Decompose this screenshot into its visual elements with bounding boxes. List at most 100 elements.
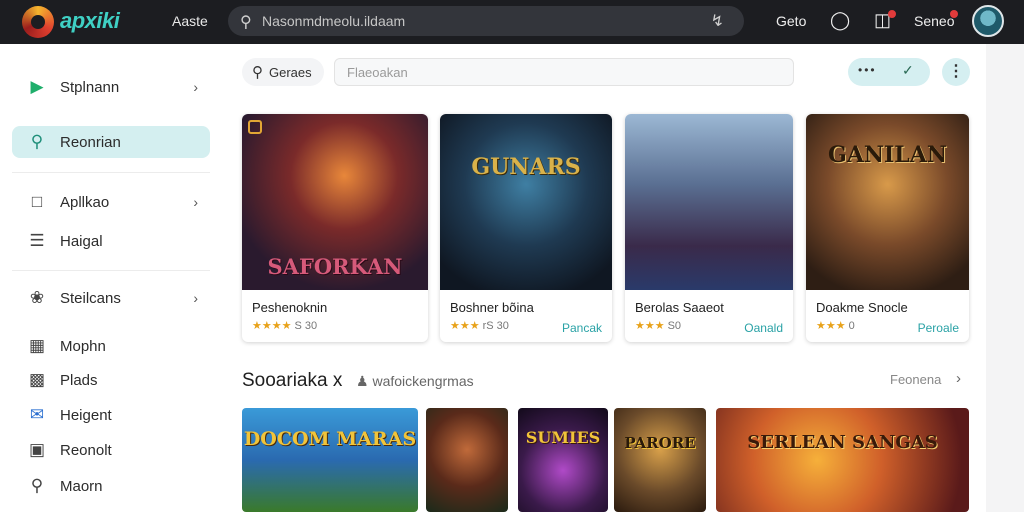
game-thumbnail[interactable] [426, 408, 508, 512]
cart-badge [888, 10, 896, 18]
search-icon: ⚲ [30, 132, 44, 151]
star-icons: ★★★★ [252, 320, 292, 332]
sidebar-item-5[interactable]: ▦ Mophn [12, 330, 210, 362]
game-badge-icon [248, 120, 262, 134]
sidebar-item-label: Stplnann [60, 78, 120, 96]
sidebar-item-0[interactable]: ▶ Stplnann › [12, 71, 210, 103]
sidebar-item-1[interactable]: ⚲ Reonrian [12, 126, 210, 158]
game-card[interactable]: Berolas Saaeot ★★★ S0 Oanald [625, 114, 793, 342]
card-action-link[interactable]: Pancak [562, 321, 602, 335]
thumbnail-title: SUMIES [525, 428, 601, 447]
main-content: ⚲ Geraes Flaeoakan ••• ✓ ⋮ SAFORKAN Pesh… [222, 44, 986, 512]
global-search-input[interactable]: Nasonmdmeolu.ildaam [262, 13, 405, 29]
game-title: Peshenoknin [252, 300, 328, 315]
sidebar-item-7[interactable]: ✉ Heigent [12, 399, 210, 431]
sidebar-divider [12, 270, 210, 271]
rating-stars: ★★★ rS 30 [450, 319, 509, 332]
scrollbar-track[interactable] [986, 44, 1024, 512]
chevron-right-icon[interactable]: › [956, 370, 961, 387]
app-logo[interactable] [22, 6, 54, 38]
game-cover-image[interactable]: GANILAN [806, 114, 969, 290]
sidebar-item-4[interactable]: ❀ Steilcans › [12, 282, 210, 314]
section-title: Sooariaka x [242, 370, 343, 391]
list-icon: ☰ [29, 231, 45, 250]
more-options-button[interactable]: ⋮ [942, 58, 970, 86]
game-thumbnail[interactable]: SERLEAN SANGAS [716, 408, 969, 512]
game-cover-image[interactable]: SAFORKAN [242, 114, 428, 290]
rating-count: 0 [848, 320, 855, 332]
game-title: Berolas Saaeot [635, 300, 724, 315]
filter-button[interactable]: ⚲ Geraes [242, 58, 324, 86]
sidebar-item-label: Reonolt [60, 441, 112, 459]
filter-label: Geraes [269, 64, 312, 80]
search-icon: ⚲ [30, 476, 44, 495]
user-group-icon: ♟ [356, 373, 373, 389]
brand-name[interactable]: apxiki [60, 8, 120, 34]
window-icon: □ [31, 192, 43, 211]
thumbnail-title: SERLEAN SANGAS [747, 432, 938, 453]
sidebar-item-8[interactable]: ▣ Reonolt [12, 434, 210, 466]
notification-badge [950, 10, 958, 18]
rating-stars: ★★★ 0 [816, 319, 855, 332]
sidebar-item-6[interactable]: ▩ Plads [12, 364, 210, 396]
content-search-input[interactable]: Flaeoakan [334, 58, 794, 86]
section-subtitle-text: wafoickengrmas [372, 373, 474, 389]
sidebar-divider [12, 172, 210, 173]
sidebar-item-label: Reonrian [60, 133, 121, 151]
game-thumbnail[interactable]: PARORE [614, 408, 706, 512]
game-cover-image[interactable] [625, 114, 793, 290]
sidebar-item-label: Maorn [60, 477, 103, 495]
sidebar-item-label: Apllkao [60, 193, 110, 211]
top-bar: apxiki Aaste ⚲ Nasonmdmeolu.ildaam ↯ Get… [0, 0, 1024, 44]
sidebar-item-label: Heigent [60, 406, 112, 424]
game-cover-image[interactable]: GUNARS [440, 114, 612, 290]
mic-icon[interactable]: ↯ [711, 11, 724, 31]
rating-count: S 30 [294, 320, 318, 332]
calendar-icon: ▦ [28, 336, 46, 355]
grid-view-icon[interactable]: ••• [858, 63, 877, 77]
card-action-link[interactable]: Oanald [744, 321, 783, 335]
game-card[interactable]: GANILAN Doakme Snocle ★★★ 0 Peroale [806, 114, 969, 342]
rating-stars: ★★★ S0 [635, 319, 681, 332]
check-icon[interactable]: ✓ [902, 62, 914, 79]
game-thumbnail[interactable]: SUMIES [518, 408, 608, 512]
user-name[interactable]: Seneo [914, 13, 954, 29]
game-cover-title: GANILAN [828, 142, 947, 168]
search-icon: ⚲ [240, 14, 252, 31]
sidebar-item-9[interactable]: ⚲ Maorn [12, 470, 210, 502]
star-icons: ★★★ [816, 320, 846, 332]
leaf-icon: ❀ [29, 288, 45, 307]
thumbnail-title: DOCOM MARAS [243, 428, 417, 450]
chevron-right-icon: › [193, 79, 198, 95]
search-placeholder: Flaeoakan [347, 65, 408, 80]
star-icons: ★★★ [450, 320, 480, 332]
view-toggle[interactable]: ••• ✓ [848, 58, 930, 86]
settings-link[interactable]: Geto [776, 13, 806, 29]
chat-icon: ▣ [28, 440, 46, 459]
card-action-link[interactable]: Peroale [918, 321, 959, 335]
sidebar-item-label: Haigal [60, 232, 103, 250]
see-more-link[interactable]: Feonena [890, 372, 941, 387]
chevron-right-icon: › [193, 194, 198, 210]
chevron-right-icon: › [193, 290, 198, 306]
game-title: Boshner bõina [450, 300, 534, 315]
global-search-bar[interactable]: ⚲ Nasonmdmeolu.ildaam ↯ [228, 6, 744, 36]
bell-icon[interactable]: ◯ [830, 10, 850, 31]
section-subtitle: ♟ wafoickengrmas [356, 373, 474, 390]
rating-count: S0 [667, 320, 682, 332]
search-icon: ⚲ [252, 64, 263, 81]
avatar[interactable] [972, 5, 1004, 37]
sidebar-item-label: Plads [60, 371, 98, 389]
thumbnail-title: PARORE [624, 434, 696, 452]
game-thumbnail[interactable]: DOCOM MARAS [242, 408, 418, 512]
game-card[interactable]: SAFORKAN Peshenoknin ★★★★ S 30 [242, 114, 428, 342]
game-title: Doakme Snocle [816, 300, 908, 315]
rating-count: rS 30 [482, 320, 509, 332]
top-nav-link[interactable]: Aaste [172, 13, 208, 29]
image-icon: ▩ [28, 370, 46, 389]
game-cover-title: SAFORKAN [267, 254, 403, 279]
sidebar-item-2[interactable]: □ Apllkao › [12, 186, 210, 218]
game-card[interactable]: GUNARS Boshner bõina ★★★ rS 30 Pancak [440, 114, 612, 342]
sidebar-item-3[interactable]: ☰ Haigal [12, 225, 210, 257]
sidebar: ▶ Stplnann › ⚲ Reonrian □ Apllkao › ☰ Ha… [0, 44, 222, 512]
